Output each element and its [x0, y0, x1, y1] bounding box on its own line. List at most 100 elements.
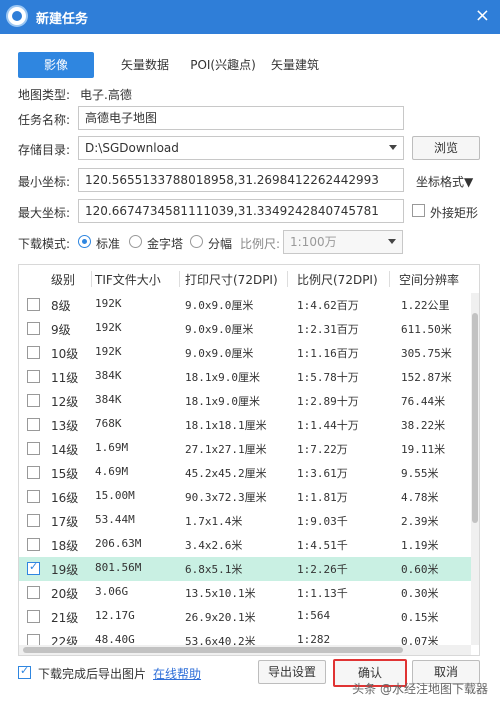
- cell-level: 14级: [51, 443, 79, 457]
- cell-resolution: 9.55米: [401, 467, 439, 480]
- row-checkbox[interactable]: [27, 394, 40, 407]
- col-scale: 比例尺(72DPI): [297, 273, 378, 287]
- table-row[interactable]: 20级 3.06G 13.5x10.1米 1:1.13千 0.30米: [19, 581, 471, 605]
- table-row[interactable]: 9级 192K 9.0x9.0厘米 1:2.31百万 611.50米: [19, 317, 471, 341]
- row-checkbox[interactable]: [27, 538, 40, 551]
- cell-tif-size: 384K: [95, 369, 122, 382]
- cell-tif-size: 206.63M: [95, 537, 142, 550]
- cell-scale: 1:564: [297, 609, 331, 622]
- task-name-label: 任务名称:: [18, 113, 71, 127]
- col-divider: [91, 271, 92, 287]
- cell-print-size: 27.1x27.1厘米: [185, 443, 267, 456]
- cell-print-size: 18.1x18.1厘米: [185, 419, 267, 432]
- mode-tiles-label: 分幅: [208, 237, 233, 251]
- help-link[interactable]: 在线帮助: [153, 665, 201, 682]
- cell-scale: 1:7.22万: [297, 443, 348, 456]
- row-checkbox[interactable]: [27, 298, 40, 311]
- export-after-checkbox[interactable]: ✓: [18, 664, 31, 679]
- row-checkbox[interactable]: [27, 418, 40, 431]
- cell-print-size: 13.5x10.1米: [185, 587, 256, 600]
- table-row[interactable]: 8级 192K 9.0x9.0厘米 1:4.62百万 1.22公里: [19, 293, 471, 317]
- row-checkbox[interactable]: [27, 442, 40, 455]
- window-title: 新建任务: [36, 12, 89, 27]
- watermark: 头条 @水经注地图下载器: [352, 682, 488, 696]
- col-divider: [287, 271, 288, 287]
- scrollbar-thumb[interactable]: [23, 647, 403, 653]
- max-coord-input[interactable]: 120.6674734581111039,31.3349242840745781: [78, 199, 404, 223]
- tab-imagery[interactable]: 影像: [18, 52, 94, 78]
- cell-level: 21级: [51, 611, 79, 625]
- download-mode-label: 下载模式:: [18, 237, 71, 251]
- cell-tif-size: 15.00M: [95, 489, 135, 502]
- horizontal-scrollbar[interactable]: [19, 645, 471, 655]
- save-dir-value: D:\SGDownload: [85, 141, 179, 155]
- row-checkbox[interactable]: [27, 586, 40, 599]
- tab-vector-data[interactable]: 矢量数据: [104, 52, 186, 78]
- row-checkbox[interactable]: [27, 514, 40, 527]
- cell-tif-size: 801.56M: [95, 561, 142, 574]
- mode-tiles-radio[interactable]: [190, 235, 203, 248]
- cell-resolution: 1.22公里: [401, 299, 450, 312]
- min-coord-input[interactable]: 120.5655133788018958,31.2698412262442993: [78, 168, 404, 192]
- scale-select[interactable]: 1:100万: [283, 230, 403, 254]
- coord-format-button[interactable]: 坐标格式▼: [416, 173, 473, 190]
- row-checkbox[interactable]: [27, 322, 40, 335]
- save-dir-select[interactable]: D:\SGDownload: [78, 136, 404, 160]
- app-logo-icon: [6, 5, 28, 27]
- scale-label: 比例尺:: [240, 237, 281, 251]
- cell-tif-size: 192K: [95, 297, 122, 310]
- mode-pyramid-radio[interactable]: [129, 235, 142, 248]
- table-row[interactable]: 16级 15.00M 90.3x72.3厘米 1:1.81万 4.78米: [19, 485, 471, 509]
- scrollbar-thumb[interactable]: [472, 313, 478, 523]
- min-coord-label: 最小坐标:: [18, 175, 71, 189]
- cell-resolution: 0.15米: [401, 611, 439, 624]
- row-checkbox[interactable]: [27, 370, 40, 383]
- cell-scale: 1:3.61万: [297, 467, 348, 480]
- row-checkbox[interactable]: [27, 560, 40, 575]
- cell-resolution: 76.44米: [401, 395, 446, 408]
- cell-resolution: 0.60米: [401, 563, 439, 576]
- table-row[interactable]: 13级 768K 18.1x18.1厘米 1:1.44十万 38.22米: [19, 413, 471, 437]
- row-checkbox[interactable]: [27, 610, 40, 623]
- cell-tif-size: 1.69M: [95, 441, 129, 454]
- cell-tif-size: 3.06G: [95, 585, 129, 598]
- table-row[interactable]: 18级 206.63M 3.4x2.6米 1:4.51千 1.19米: [19, 533, 471, 557]
- cell-tif-size: 384K: [95, 393, 122, 406]
- cell-tif-size: 4.69M: [95, 465, 129, 478]
- cell-scale: 1:4.51千: [297, 539, 348, 552]
- chevron-down-icon: [388, 239, 396, 244]
- cell-resolution: 611.50米: [401, 323, 452, 336]
- close-icon[interactable]: ×: [475, 5, 490, 26]
- table-header: 级别 TIF文件大小 打印尺寸(72DPI) 比例尺(72DPI) 空间分辨率: [19, 265, 479, 293]
- cell-print-size: 26.9x20.1米: [185, 611, 256, 624]
- cell-level: 17级: [51, 515, 79, 529]
- row-checkbox[interactable]: [27, 466, 40, 479]
- cell-resolution: 19.11米: [401, 443, 446, 456]
- cell-tif-size: 53.44M: [95, 513, 135, 526]
- export-settings-button[interactable]: 导出设置: [258, 660, 326, 684]
- table-row[interactable]: 12级 384K 18.1x9.0厘米 1:2.89十万 76.44米: [19, 389, 471, 413]
- table-row[interactable]: 10级 192K 9.0x9.0厘米 1:1.16百万 305.75米: [19, 341, 471, 365]
- browse-button[interactable]: 浏览: [412, 136, 480, 160]
- table-row[interactable]: 21级 12.17G 26.9x20.1米 1:564 0.15米: [19, 605, 471, 629]
- cell-print-size: 1.7x1.4米: [185, 515, 243, 528]
- table-row[interactable]: 15级 4.69M 45.2x45.2厘米 1:3.61万 9.55米: [19, 461, 471, 485]
- outer-rect-checkbox[interactable]: [412, 204, 425, 217]
- table-row[interactable]: 11级 384K 18.1x9.0厘米 1:5.78十万 152.87米: [19, 365, 471, 389]
- cell-level: 16级: [51, 491, 79, 505]
- cell-print-size: 9.0x9.0厘米: [185, 323, 254, 336]
- tab-vector-buildings[interactable]: 矢量建筑: [264, 52, 326, 78]
- cell-resolution: 1.19米: [401, 539, 439, 552]
- table-row[interactable]: 17级 53.44M 1.7x1.4米 1:9.03千 2.39米: [19, 509, 471, 533]
- table-row[interactable]: 19级 801.56M 6.8x5.1米 1:2.26千 0.60米: [19, 557, 471, 581]
- cell-print-size: 3.4x2.6米: [185, 539, 243, 552]
- cell-level: 13级: [51, 419, 79, 433]
- mode-standard-radio[interactable]: [78, 235, 91, 248]
- row-checkbox[interactable]: [27, 490, 40, 503]
- table-row[interactable]: 14级 1.69M 27.1x27.1厘米 1:7.22万 19.11米: [19, 437, 471, 461]
- col-divider: [389, 271, 390, 287]
- task-name-input[interactable]: 高德电子地图: [78, 106, 404, 130]
- tab-poi[interactable]: POI(兴趣点): [182, 52, 264, 78]
- row-checkbox[interactable]: [27, 346, 40, 359]
- vertical-scrollbar[interactable]: [471, 293, 479, 645]
